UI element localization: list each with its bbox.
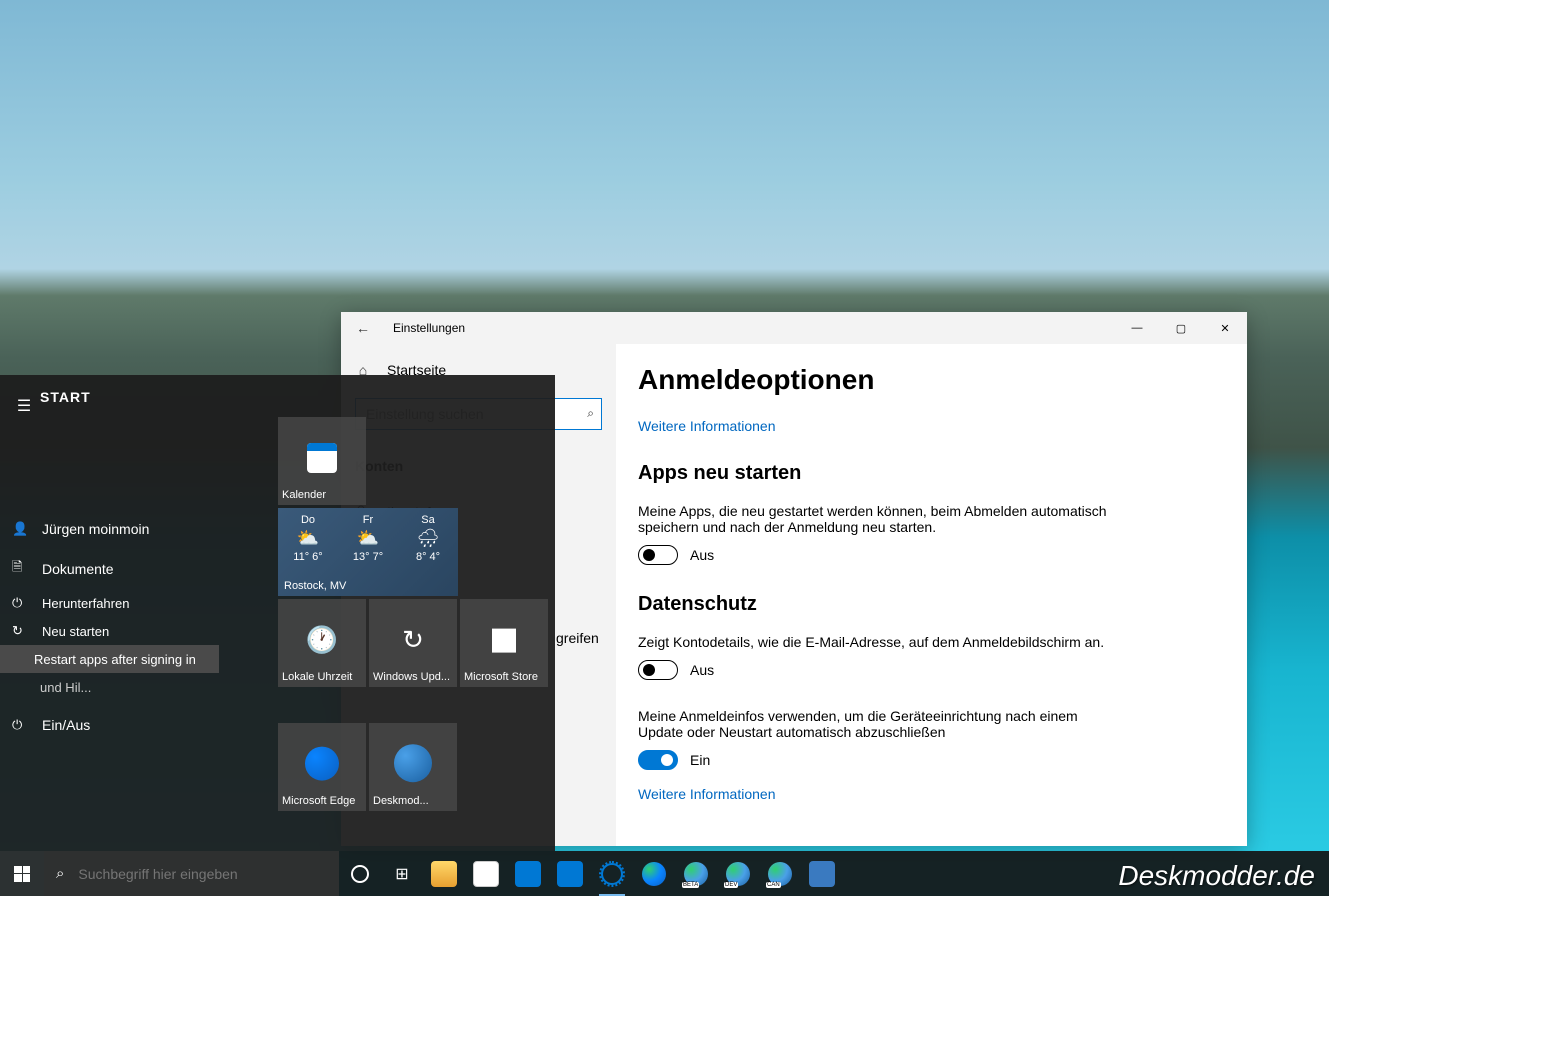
maximize-button[interactable]: ▢: [1159, 312, 1203, 344]
toggle-show-account-label: Aus: [690, 662, 714, 678]
tile-store[interactable]: Microsoft Store: [460, 599, 548, 687]
mail-icon: [557, 861, 583, 887]
taskbar-taskview[interactable]: ⊞: [381, 851, 423, 896]
taskbar-mail[interactable]: [549, 851, 591, 896]
taskbar-store[interactable]: [465, 851, 507, 896]
weather-icon: ⛅: [357, 528, 379, 549]
start-user-label: Jürgen moinmoin: [42, 521, 149, 537]
cortana-icon: [351, 865, 369, 883]
toggle-apps-restart-label: Aus: [690, 547, 714, 563]
taskview-icon: ⊞: [395, 864, 408, 884]
taskbar-edge-canary[interactable]: [759, 851, 801, 896]
start-menu: START ☰ 👤 Jürgen moinmoin 🗎 Dokumente ⏻ …: [0, 375, 555, 851]
folder-icon: [431, 861, 457, 887]
edge-dev-icon: [726, 862, 750, 886]
power-shutdown-label: Herunterfahren: [42, 596, 129, 611]
toggle-auto-finish-label: Ein: [690, 752, 710, 768]
start-documents[interactable]: 🗎 Dokumente: [0, 549, 219, 589]
settings-icon: [601, 863, 623, 885]
close-button[interactable]: ✕: [1203, 312, 1247, 344]
power-restart[interactable]: ↻ Neu starten: [0, 617, 219, 645]
toggle-show-account[interactable]: [638, 660, 678, 680]
privacy-desc2: Meine Anmeldeinfos verwenden, um die Ger…: [638, 708, 1118, 740]
power-toggle[interactable]: ⏻ Ein/Aus: [0, 705, 219, 745]
thunderbird-icon: [394, 744, 432, 782]
power-restart-apps[interactable]: Restart apps after signing in: [0, 645, 219, 673]
tile-edge[interactable]: Microsoft Edge: [278, 723, 366, 811]
toggle-auto-finish[interactable]: [638, 750, 678, 770]
taskbar-search-input[interactable]: [78, 866, 327, 882]
calendar-icon: [307, 443, 337, 473]
weather-icon: 🌧: [417, 528, 440, 549]
weather-icon: ⛅: [297, 528, 319, 549]
start-button[interactable]: [0, 851, 44, 896]
tile-label: Microsoft Edge: [282, 795, 362, 807]
taskbar-edge[interactable]: [633, 851, 675, 896]
section-privacy: Datenschutz: [638, 593, 1225, 616]
taskbar-outlook[interactable]: [507, 851, 549, 896]
edge-beta-icon: [684, 862, 708, 886]
edge-icon: [642, 862, 666, 886]
store-icon: [492, 629, 516, 653]
tile-label: Windows Upd...: [373, 671, 453, 683]
settings-content: Anmeldeoptionen Weitere Informationen Ap…: [616, 344, 1247, 846]
clock-globe-icon: 🕐: [306, 624, 338, 655]
taskbar-explorer[interactable]: [423, 851, 465, 896]
edge-icon: [305, 747, 339, 781]
power-restart-apps-label: Restart apps after signing in: [34, 652, 196, 667]
power-icon: ⏻: [12, 717, 28, 733]
search-icon: ⌕: [587, 406, 594, 421]
section-apps-restart: Apps neu starten: [638, 462, 1225, 485]
apps-restart-desc: Meine Apps, die neu gestartet werden kön…: [638, 503, 1118, 535]
power-shutdown[interactable]: ⏻ Herunterfahren: [0, 589, 219, 617]
tile-local-time[interactable]: 🕐 Lokale Uhrzeit: [278, 599, 366, 687]
privacy-desc1: Zeigt Kontodetails, wie die E-Mail-Adres…: [638, 634, 1118, 650]
window-title: Einstellungen: [393, 321, 465, 335]
watermark: Deskmodder.de: [1118, 860, 1315, 892]
start-header: START: [40, 389, 91, 405]
minimize-button[interactable]: —: [1115, 312, 1159, 344]
tile-deskmodder[interactable]: Deskmod...: [369, 723, 457, 811]
app-icon: [809, 861, 835, 887]
tile-weather[interactable]: Do⛅11° 6° Fr⛅13° 7° Sa🌧8° 4° Rostock, MV: [278, 508, 458, 596]
more-info-link-2[interactable]: Weitere Informationen: [638, 786, 1225, 802]
windows-logo-icon: [14, 866, 30, 882]
titlebar: ← Einstellungen — ▢ ✕: [341, 312, 1247, 344]
power-toggle-label: Ein/Aus: [42, 717, 90, 733]
search-icon: ⌕: [56, 865, 64, 882]
update-icon: ↻: [402, 624, 424, 655]
taskbar-edge-beta[interactable]: [675, 851, 717, 896]
tile-windows-update[interactable]: ↻ Windows Upd...: [369, 599, 457, 687]
tile-label: Kalender: [282, 489, 362, 501]
start-help-fragment: und Hil...: [0, 673, 219, 701]
more-info-link[interactable]: Weitere Informationen: [638, 418, 1225, 434]
store-icon: [473, 861, 499, 887]
restart-icon: ↻: [12, 623, 28, 639]
taskbar-search[interactable]: ⌕: [44, 851, 339, 896]
taskbar-app[interactable]: [801, 851, 843, 896]
start-documents-label: Dokumente: [42, 561, 114, 577]
tile-label: Microsoft Store: [464, 671, 544, 683]
weather-location: Rostock, MV: [284, 580, 346, 592]
start-user[interactable]: 👤 Jürgen moinmoin: [0, 509, 219, 549]
taskbar-settings[interactable]: [591, 851, 633, 896]
settings-text-fragment: greifen: [556, 630, 599, 646]
documents-icon: 🗎: [12, 558, 28, 580]
taskbar-cortana[interactable]: [339, 851, 381, 896]
outlook-icon: [515, 861, 541, 887]
page-title: Anmeldeoptionen: [638, 364, 1225, 396]
start-tiles: Kalender Do⛅11° 6° Fr⛅13° 7° Sa🌧8° 4° Ro…: [278, 417, 548, 811]
tile-calendar[interactable]: Kalender: [278, 417, 366, 505]
taskbar-edge-dev[interactable]: [717, 851, 759, 896]
tile-label: Lokale Uhrzeit: [282, 671, 362, 683]
edge-canary-icon: [768, 862, 792, 886]
toggle-apps-restart[interactable]: [638, 545, 678, 565]
tile-label: Deskmod...: [373, 795, 453, 807]
power-icon: ⏻: [12, 595, 28, 611]
back-button[interactable]: ←: [341, 312, 385, 344]
power-restart-label: Neu starten: [42, 624, 109, 639]
user-icon: 👤: [12, 521, 28, 537]
